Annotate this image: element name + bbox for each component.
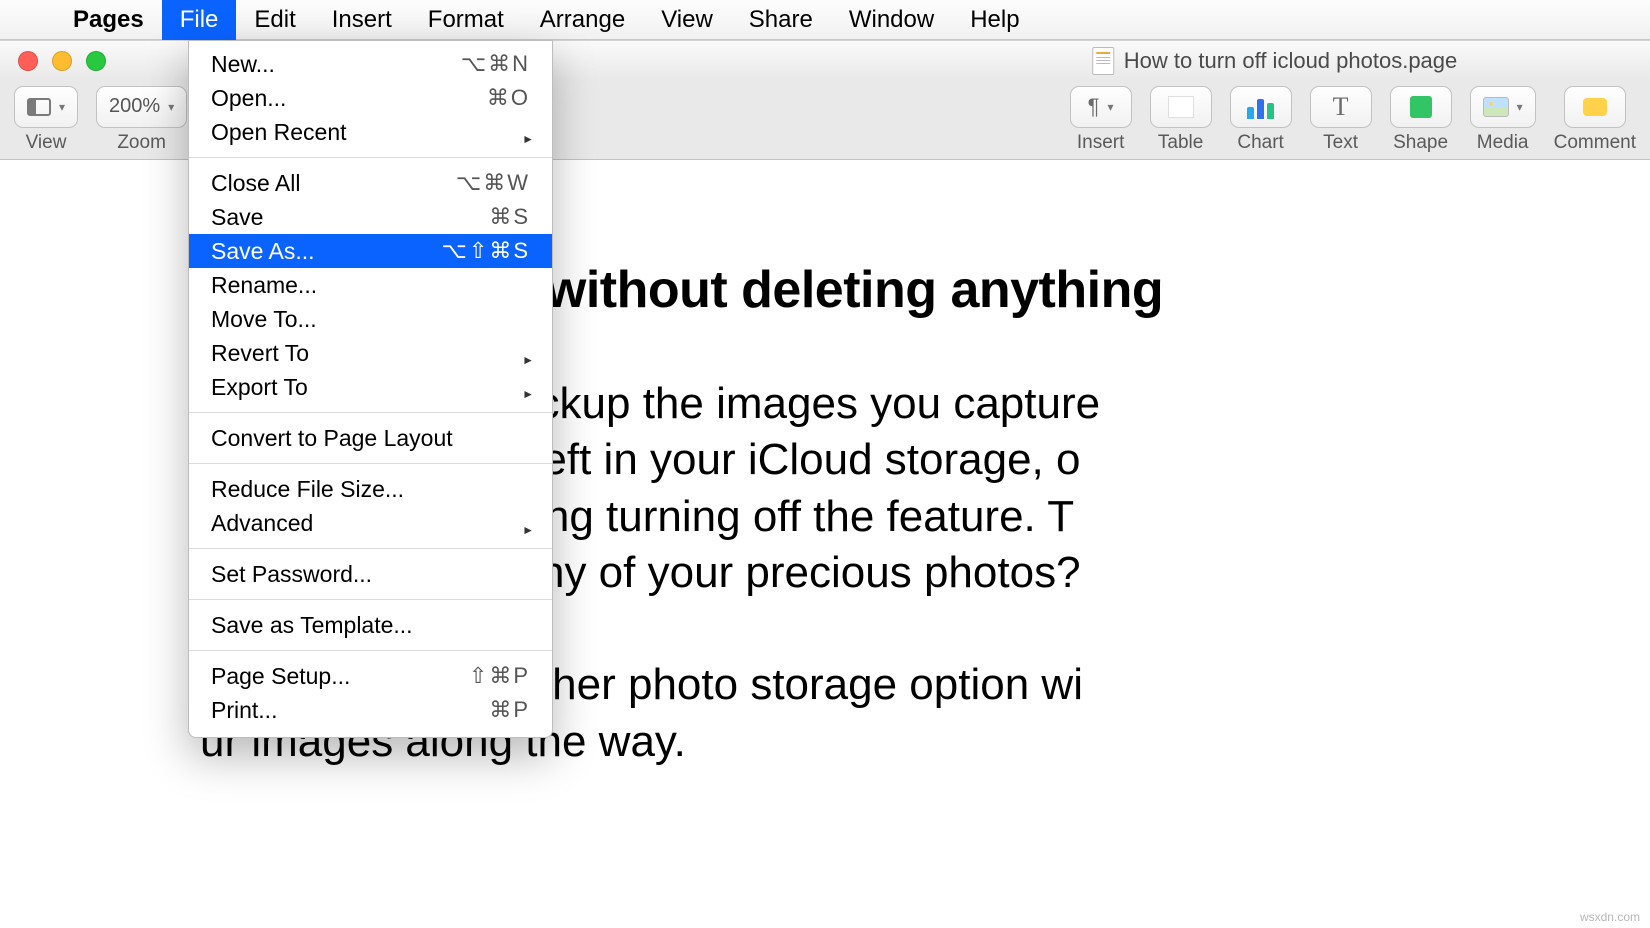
menu-window[interactable]: Window <box>831 0 952 40</box>
comment-icon <box>1583 98 1607 116</box>
menu-item-label: Save As... <box>211 238 315 265</box>
menu-separator <box>189 548 552 549</box>
keyboard-shortcut: ⌘S <box>489 204 530 230</box>
insert-button[interactable]: ¶ ▾ <box>1070 86 1132 128</box>
comment-label: Comment <box>1554 132 1636 154</box>
menu-item-label: Save as Template... <box>211 612 413 639</box>
menu-separator <box>189 599 552 600</box>
menu-item-label: Export To <box>211 374 308 401</box>
menu-item-label: New... <box>211 51 275 78</box>
file-menu-open-recent[interactable]: Open Recent <box>189 115 552 149</box>
file-menu-close-all[interactable]: Close All ⌥⌘W <box>189 166 552 200</box>
shape-button[interactable] <box>1390 86 1452 128</box>
menu-item-label: Set Password... <box>211 561 372 588</box>
menu-item-label: Open Recent <box>211 119 347 146</box>
mac-menubar: Pages FileEditInsertFormatArrangeViewSha… <box>0 0 1650 40</box>
menu-item-label: Open... <box>211 85 286 112</box>
view-button[interactable]: ▾ <box>14 86 78 128</box>
document-icon <box>1092 47 1114 75</box>
file-menu-new[interactable]: New... ⌥⌘N <box>189 47 552 81</box>
menu-item-label: Convert to Page Layout <box>211 425 453 452</box>
comment-button[interactable] <box>1564 86 1626 128</box>
document-title-text: How to turn off icloud photos.page <box>1124 48 1457 74</box>
menu-separator <box>189 463 552 464</box>
menu-separator <box>189 412 552 413</box>
file-menu-set-password[interactable]: Set Password... <box>189 557 552 591</box>
file-menu-page-setup[interactable]: Page Setup... ⇧⌘P <box>189 659 552 693</box>
keyboard-shortcut: ⌘P <box>489 697 530 723</box>
menu-format[interactable]: Format <box>410 0 522 40</box>
view-label: View <box>26 132 67 154</box>
file-menu-convert-to-page-layout[interactable]: Convert to Page Layout <box>189 421 552 455</box>
menu-share[interactable]: Share <box>731 0 831 40</box>
menu-item-label: Print... <box>211 697 277 724</box>
chart-icon <box>1247 95 1274 119</box>
menu-item-label: Save <box>211 204 263 231</box>
file-menu-open[interactable]: Open... ⌘O <box>189 81 552 115</box>
zoom-button[interactable]: 200% ▾ <box>96 86 187 128</box>
keyboard-shortcut: ⌥⌘W <box>456 170 530 196</box>
app-menu[interactable]: Pages <box>55 6 162 34</box>
chevron-down-icon: ▾ <box>1108 100 1114 114</box>
file-menu-print[interactable]: Print... ⌘P <box>189 693 552 727</box>
menu-help[interactable]: Help <box>952 0 1037 40</box>
table-icon <box>1168 96 1194 118</box>
menu-item-label: Revert To <box>211 340 309 367</box>
menu-item-label: Advanced <box>211 510 313 537</box>
table-button[interactable] <box>1150 86 1212 128</box>
menu-item-label: Page Setup... <box>211 663 350 690</box>
menu-item-label: Close All <box>211 170 300 197</box>
chart-label: Chart <box>1237 132 1283 154</box>
zoom-label: Zoom <box>117 132 166 154</box>
menu-separator <box>189 650 552 651</box>
insert-label: Insert <box>1077 132 1125 154</box>
chevron-down-icon: ▾ <box>1517 100 1523 114</box>
text-button[interactable]: T <box>1310 86 1372 128</box>
zoom-window-button[interactable] <box>86 51 106 71</box>
chart-button[interactable] <box>1230 86 1292 128</box>
menu-view[interactable]: View <box>643 0 731 40</box>
menu-edit[interactable]: Edit <box>236 0 313 40</box>
menu-item-label: Rename... <box>211 272 317 299</box>
document-title[interactable]: How to turn off icloud photos.page <box>1092 47 1457 75</box>
view-icon <box>27 98 51 116</box>
chevron-down-icon: ▾ <box>59 100 65 114</box>
menu-arrange[interactable]: Arrange <box>522 0 643 40</box>
text-icon: T <box>1333 92 1349 122</box>
media-label: Media <box>1477 132 1529 154</box>
menu-insert[interactable]: Insert <box>314 0 410 40</box>
menu-item-label: Reduce File Size... <box>211 476 404 503</box>
paragraph-icon: ¶ <box>1088 94 1100 120</box>
text-label: Text <box>1323 132 1358 154</box>
source-watermark: wsxdn.com <box>1580 910 1640 924</box>
chevron-down-icon: ▾ <box>168 100 174 114</box>
keyboard-shortcut: ⇧⌘P <box>469 663 530 689</box>
media-button[interactable]: ▾ <box>1470 86 1536 128</box>
minimize-window-button[interactable] <box>52 51 72 71</box>
file-menu-dropdown: New... ⌥⌘N Open... ⌘O Open Recent Close All ⌥⌘… <box>188 40 553 738</box>
menu-separator <box>189 157 552 158</box>
file-menu-revert-to[interactable]: Revert To <box>189 336 552 370</box>
zoom-value: 200% <box>109 95 160 118</box>
file-menu-save-as[interactable]: Save As... ⌥⇧⌘S <box>189 234 552 268</box>
keyboard-shortcut: ⌥⇧⌘S <box>442 238 530 264</box>
media-icon <box>1483 97 1509 117</box>
shape-label: Shape <box>1393 132 1448 154</box>
menu-file[interactable]: File <box>162 0 237 40</box>
menu-item-label: Move To... <box>211 306 317 333</box>
file-menu-rename[interactable]: Rename... <box>189 268 552 302</box>
file-menu-save-as-template[interactable]: Save as Template... <box>189 608 552 642</box>
keyboard-shortcut: ⌘O <box>487 85 530 111</box>
file-menu-export-to[interactable]: Export To <box>189 370 552 404</box>
file-menu-move-to[interactable]: Move To... <box>189 302 552 336</box>
file-menu-advanced[interactable]: Advanced <box>189 506 552 540</box>
file-menu-reduce-file-size[interactable]: Reduce File Size... <box>189 472 552 506</box>
file-menu-save[interactable]: Save ⌘S <box>189 200 552 234</box>
keyboard-shortcut: ⌥⌘N <box>461 51 530 77</box>
close-window-button[interactable] <box>18 51 38 71</box>
shape-icon <box>1410 96 1432 118</box>
table-label: Table <box>1158 132 1203 154</box>
